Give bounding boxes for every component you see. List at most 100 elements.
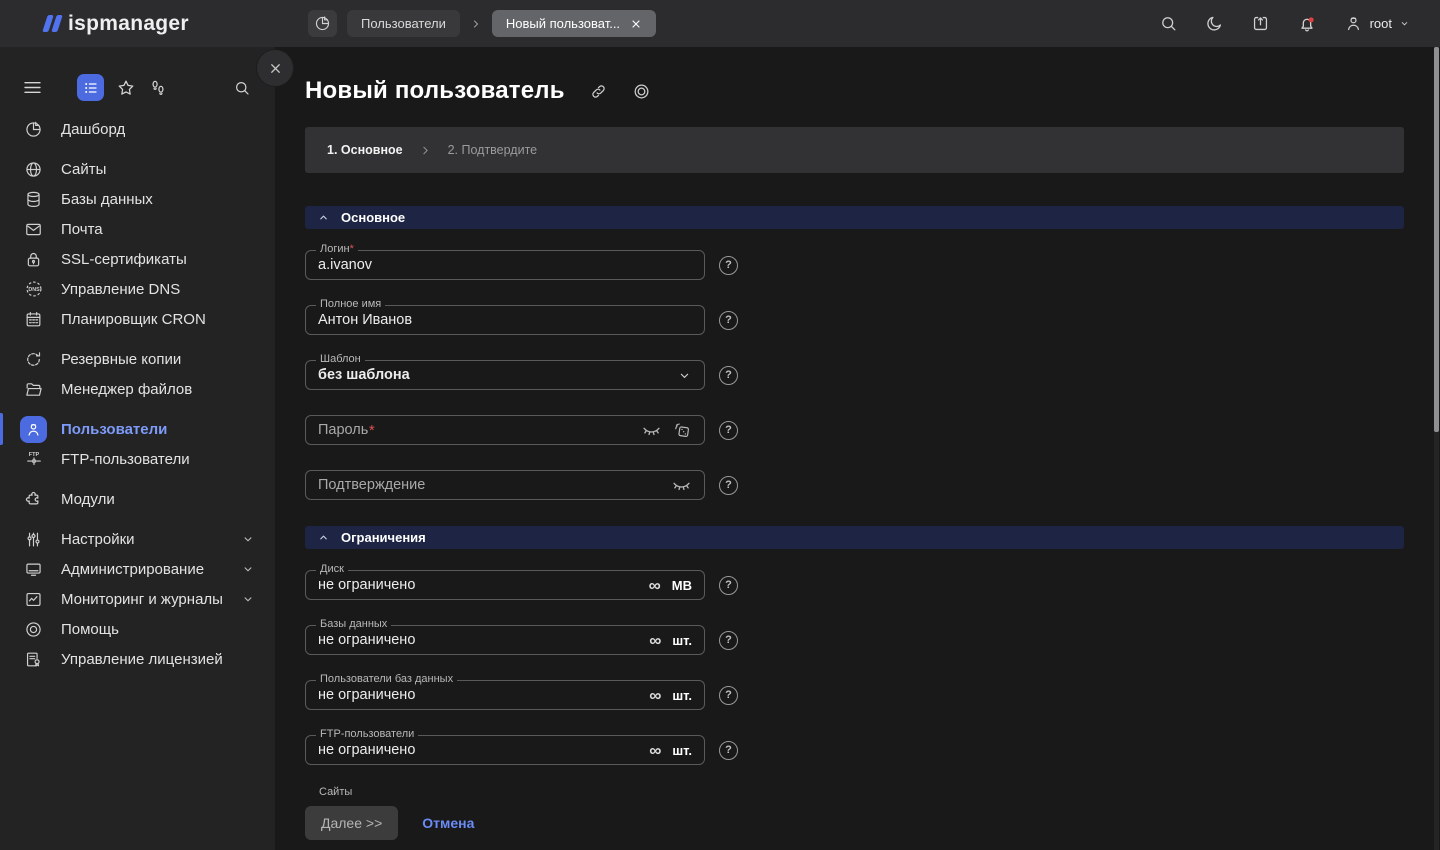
chevron-down-icon — [241, 532, 255, 546]
infinity-icon[interactable]: ∞ — [649, 577, 661, 594]
help-icon[interactable]: ? — [719, 631, 738, 650]
user-icon — [20, 416, 47, 443]
sidebar-header — [0, 47, 275, 101]
section-header-main[interactable]: Основное — [305, 206, 1404, 229]
close-icon — [268, 61, 283, 76]
confirm-password-field[interactable] — [305, 470, 705, 500]
help-icon[interactable]: ? — [719, 576, 738, 595]
target-circle-icon[interactable] — [632, 82, 651, 101]
login-input[interactable] — [318, 257, 692, 273]
vertical-scrollbar[interactable] — [1434, 47, 1439, 850]
cancel-link[interactable]: Отмена — [422, 815, 474, 831]
section-header-limits[interactable]: Ограничения — [305, 526, 1404, 549]
help-icon[interactable]: ? — [719, 366, 738, 385]
ftp-users-unit: шт. — [672, 743, 692, 758]
generate-password-icon[interactable] — [673, 421, 692, 440]
close-tab-icon[interactable] — [630, 18, 642, 30]
sidebar-item-monitoring[interactable]: Мониторинг и журналы — [0, 584, 275, 614]
user-menu[interactable]: root — [1344, 14, 1410, 33]
disk-limit-field[interactable]: Диск ∞ MB — [305, 570, 705, 600]
template-select[interactable]: Шаблон без шаблона — [305, 360, 705, 390]
sidebar-menu: Дашборд Сайты Базы данных Почта SSL-серт — [0, 114, 275, 674]
disk-label: Диск — [316, 563, 348, 575]
sidebar-item-dns[interactable]: DNS Управление DNS — [0, 274, 275, 304]
lifebuoy-icon — [20, 616, 47, 643]
databases-limit-field[interactable]: Базы данных ∞ шт. — [305, 625, 705, 655]
infinity-icon[interactable]: ∞ — [649, 687, 661, 704]
login-field[interactable]: Логин* — [305, 250, 705, 280]
eye-closed-icon[interactable] — [641, 420, 662, 441]
sidebar-item-cron[interactable]: Планировщик CRON — [0, 304, 275, 334]
sidebar-item-mail[interactable]: Почта — [0, 214, 275, 244]
sidebar-item-administration[interactable]: Администрирование — [0, 554, 275, 584]
sidebar-item-sites[interactable]: Сайты — [0, 154, 275, 184]
databases-unit: шт. — [672, 633, 692, 648]
ftp-users-input[interactable] — [318, 742, 649, 758]
tab-new-user[interactable]: Новый пользоват... — [492, 10, 656, 37]
db-users-input[interactable] — [318, 687, 649, 703]
infinity-icon[interactable]: ∞ — [649, 632, 661, 649]
restore-icon — [20, 346, 47, 373]
infinity-icon[interactable]: ∞ — [649, 742, 661, 759]
databases-label: Базы данных — [316, 618, 391, 630]
logo-slashes-icon — [45, 15, 60, 32]
sidebar-item-backups[interactable]: Резервные копии — [0, 344, 275, 374]
fullname-field[interactable]: Полное имя — [305, 305, 705, 335]
fullname-input[interactable] — [318, 312, 692, 328]
ftp-users-limit-field[interactable]: FTP-пользователи ∞ шт. — [305, 735, 705, 765]
help-icon[interactable]: ? — [719, 476, 738, 495]
sidebar-item-file-manager[interactable]: Менеджер файлов — [0, 374, 275, 404]
db-users-unit: шт. — [672, 688, 692, 703]
wizard-step-1[interactable]: 1. Основное — [327, 143, 403, 157]
fullname-label: Полное имя — [316, 298, 385, 310]
close-sidebar-button[interactable] — [257, 50, 293, 86]
sidebar-item-dashboard[interactable]: Дашборд — [0, 114, 275, 144]
menu-view-list-button[interactable] — [77, 74, 104, 101]
hamburger-menu-icon[interactable] — [22, 77, 43, 98]
sidebar-item-users[interactable]: Пользователи — [0, 414, 275, 444]
sidebar-item-modules[interactable]: Модули — [0, 484, 275, 514]
sidebar-item-ftp-users[interactable]: FTP FTP-пользователи — [0, 444, 275, 474]
import-box-icon[interactable] — [1251, 14, 1270, 33]
help-icon[interactable]: ? — [719, 741, 738, 760]
lock-icon — [20, 246, 47, 273]
favorites-star-icon[interactable] — [116, 78, 136, 98]
db-users-limit-field[interactable]: Пользователи баз данных ∞ шт. — [305, 680, 705, 710]
confirm-password-input[interactable] — [318, 477, 671, 493]
pie-chart-icon — [20, 116, 47, 143]
sidebar-item-help[interactable]: Помощь — [0, 614, 275, 644]
sidebar: Дашборд Сайты Базы данных Почта SSL-серт — [0, 47, 275, 850]
sidebar-item-license[interactable]: Управление лицензией — [0, 644, 275, 674]
password-input[interactable] — [318, 422, 641, 438]
svg-text:FTP: FTP — [28, 452, 39, 458]
chevron-down-icon — [241, 562, 255, 576]
sidebar-item-settings[interactable]: Настройки — [0, 524, 275, 554]
scrollbar-thumb[interactable] — [1434, 47, 1439, 432]
eye-closed-icon[interactable] — [671, 475, 692, 496]
chevron-down-icon[interactable] — [677, 368, 692, 383]
sidebar-search-icon[interactable] — [233, 79, 251, 97]
app-logo[interactable]: ispmanager — [45, 12, 275, 36]
help-icon[interactable]: ? — [719, 311, 738, 330]
notifications-bell-icon[interactable] — [1297, 14, 1317, 34]
help-icon[interactable]: ? — [719, 256, 738, 275]
theme-moon-icon[interactable] — [1205, 14, 1224, 33]
page-title: Новый пользователь — [305, 77, 565, 105]
disk-input[interactable] — [318, 577, 649, 593]
copy-link-icon[interactable] — [589, 82, 608, 101]
help-icon[interactable]: ? — [719, 686, 738, 705]
active-item-indicator — [0, 413, 3, 445]
databases-input[interactable] — [318, 632, 649, 648]
sidebar-item-databases[interactable]: Базы данных — [0, 184, 275, 214]
password-field[interactable]: * — [305, 415, 705, 445]
sidebar-item-ssl[interactable]: SSL-сертификаты — [0, 244, 275, 274]
tab-users[interactable]: Пользователи — [347, 10, 460, 37]
dashboard-tab-button[interactable] — [308, 10, 337, 37]
help-icon[interactable]: ? — [719, 421, 738, 440]
footprints-icon[interactable] — [148, 78, 168, 98]
globe-icon — [20, 156, 47, 183]
tab-users-label: Пользователи — [361, 16, 446, 31]
search-icon[interactable] — [1159, 14, 1178, 33]
logo-text: ispmanager — [68, 12, 189, 36]
next-button[interactable]: Далее >> — [305, 806, 398, 840]
